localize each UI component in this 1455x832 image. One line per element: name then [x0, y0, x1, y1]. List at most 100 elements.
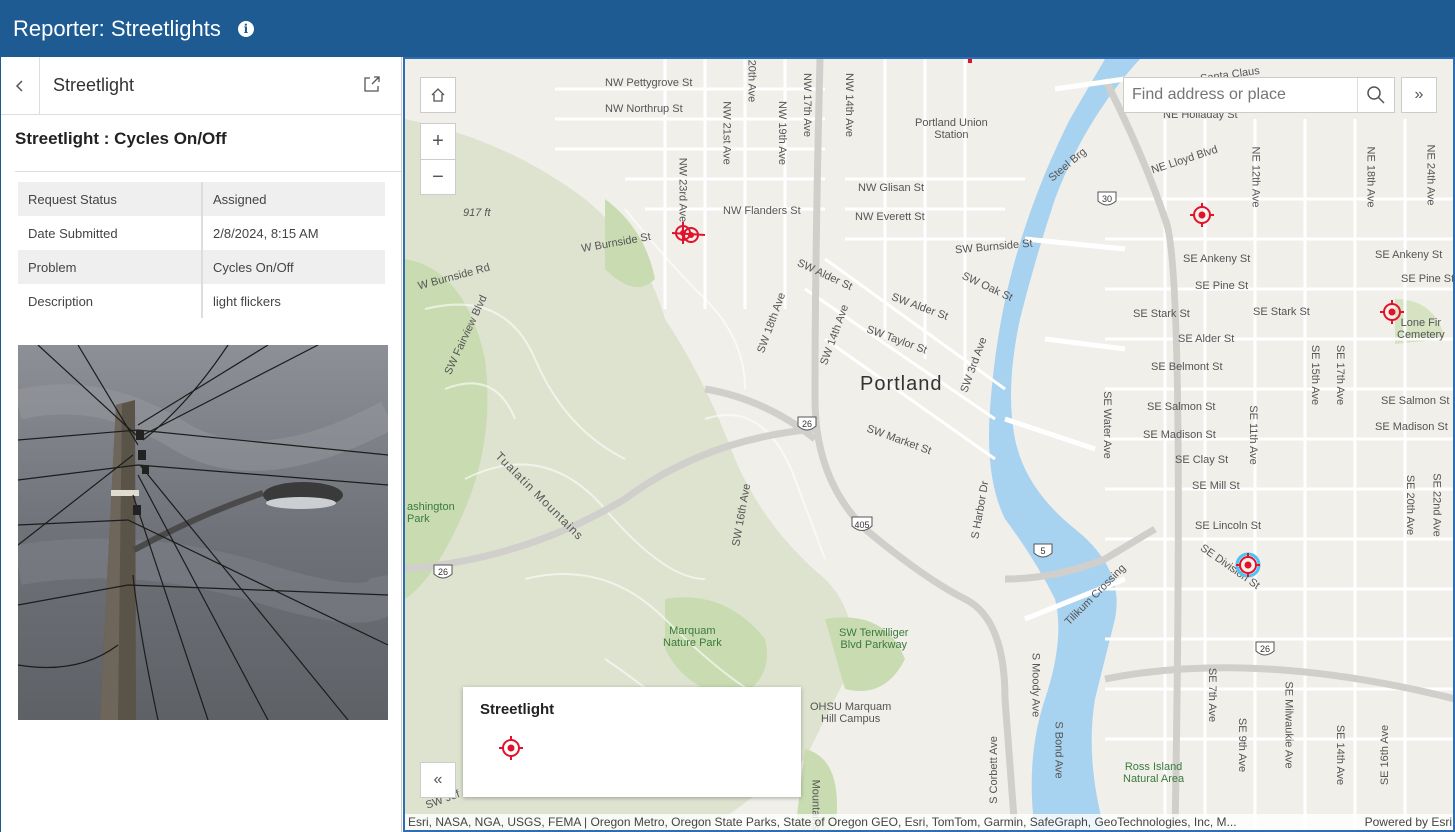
zoom-out-button[interactable]: − [420, 159, 456, 195]
app-title: Reporter: Streetlights [13, 15, 221, 41]
map-label: SE 11th Ave [1246, 405, 1259, 465]
attribute-value: Cycles On/Off [202, 250, 385, 284]
map-label: SE Clay St [1175, 454, 1229, 466]
export-icon[interactable] [363, 75, 381, 93]
map-label: NW Glisan St [858, 182, 925, 194]
panel-header: Streetlight [1, 57, 401, 115]
map-label: NW 21st Ave [720, 101, 733, 165]
map-label: NW 19th Ave [776, 101, 788, 165]
map-label: SE 14th Ave [1334, 724, 1347, 786]
attribute-key: Description [18, 284, 203, 318]
map-label: SE 15th Ave [1309, 344, 1322, 406]
double-chevron-left-icon: « [433, 771, 443, 788]
map-label: SE Belmont St [1151, 361, 1223, 373]
map-label: SE Pine St [1401, 273, 1455, 285]
attribute-row: Request Status Assigned [18, 182, 385, 216]
legend-panel: Streetlight [463, 687, 801, 797]
highway-shield: 26 [797, 416, 817, 431]
attribute-row: Date Submitted 2/8/2024, 8:15 AM [18, 216, 385, 250]
highway-shield: 30 [1097, 191, 1117, 206]
map-label: S Bond Ave [1052, 721, 1065, 779]
map-label: SE Salmon St [1147, 401, 1216, 413]
map-label: SE Salmon St [1381, 395, 1450, 407]
map-label: SE Milwaukie Ave [1282, 681, 1295, 769]
map-label: NE 18th Ave [1364, 146, 1377, 208]
map-label: Ross Island Natural Area [1123, 761, 1185, 785]
home-button[interactable] [420, 77, 456, 113]
streetlight-marker-selected[interactable] [1233, 550, 1263, 580]
map-label: NW 17th Ave [801, 73, 813, 137]
app-header: Reporter: Streetlights i [0, 0, 1455, 57]
svg-text:405: 405 [854, 520, 869, 530]
map-label: SE 17th Ave [1334, 344, 1347, 406]
city-label: Portland [860, 373, 943, 395]
map-label: NW Northrup St [605, 103, 683, 115]
attribute-table: Request Status Assigned Date Submitted 2/8/… [18, 182, 385, 318]
search-button[interactable] [1357, 78, 1394, 112]
map-label: SE Ankeny St [1183, 253, 1251, 265]
attribute-key: Request Status [18, 182, 203, 216]
legend-marker-icon [499, 736, 523, 760]
map-attribution: Esri, NASA, NGA, USGS, FEMA | Oregon Met… [405, 814, 1453, 830]
map-label: SE Ankeny St [1375, 249, 1443, 261]
map-label: SE 9th Ave [1236, 717, 1249, 773]
interstate-shield: 5 [1033, 543, 1053, 558]
map-label: SE Madison St [1375, 421, 1448, 433]
map-label: Portland Union Station [915, 117, 988, 141]
feature-title: Streetlight : Cycles On/Off [15, 129, 401, 172]
expand-button[interactable]: » [1401, 77, 1437, 113]
attribute-row: Description light flickers [18, 284, 385, 318]
streetlight-marker[interactable] [1188, 201, 1216, 229]
minus-icon: − [432, 165, 444, 188]
zoom-in-button[interactable]: + [420, 123, 456, 159]
details-panel: Streetlight Streetlight : Cycles On/Off … [0, 57, 402, 832]
map-label: SE Mill St [1192, 480, 1240, 492]
legend-title: Streetlight [480, 701, 555, 718]
map-label: 917 ft [463, 207, 491, 219]
map-label: NW Everett St [855, 211, 925, 223]
map-label: NW Pettygrove St [605, 77, 693, 89]
map-view[interactable]: NW Pettygrove St NW Northrup St NW Fland… [403, 57, 1455, 832]
panel-title: Streetlight [53, 75, 135, 95]
attribution-text[interactable]: Esri, NASA, NGA, USGS, FEMA | Oregon Met… [408, 815, 1333, 829]
map-label: NE 24th Ave [1424, 144, 1437, 206]
chevron-left-icon [15, 79, 23, 92]
map-label: SE Pine St [1195, 280, 1249, 292]
map-label: SE 7th Ave [1206, 667, 1219, 723]
svg-text:26: 26 [802, 419, 812, 429]
attribute-value: 2/8/2024, 8:15 AM [213, 225, 319, 241]
map-label: SE 16th Ave [1379, 724, 1392, 786]
map-label: S Corbett Ave [987, 736, 1000, 804]
map-label: NW 23rd Ave [676, 157, 689, 223]
streetlight-photo [18, 345, 388, 720]
back-button[interactable] [1, 57, 40, 114]
search-widget [1123, 77, 1395, 113]
interstate-shield: 405 [851, 516, 873, 531]
collapse-button[interactable]: « [420, 762, 456, 798]
svg-text:30: 30 [1102, 194, 1112, 204]
map-label: OHSU Marquam Hill Campus [810, 701, 892, 725]
search-icon [1367, 86, 1385, 104]
map-label: 20th Ave [745, 59, 758, 103]
attribute-key: Problem [18, 250, 203, 284]
attribute-value: Assigned [202, 182, 385, 216]
streetlight-marker[interactable] [1378, 298, 1406, 326]
map-label: NW Flanders St [723, 205, 801, 217]
map-label: SE Stark St [1133, 308, 1190, 320]
map-label: SW Terwilliger Blvd Parkway [839, 627, 909, 651]
map-label: SE 20th Ave [1404, 474, 1417, 536]
plus-icon: + [432, 130, 444, 152]
map-label: SE 22nd Ave [1430, 473, 1443, 537]
double-chevron-right-icon: » [1414, 86, 1424, 103]
info-icon[interactable]: i [237, 20, 254, 37]
map-label: SE Water Ave [1100, 391, 1113, 459]
svg-text:26: 26 [438, 567, 448, 577]
powered-by-esri[interactable]: Powered by Esri [1365, 815, 1452, 829]
highway-shield: 26 [433, 564, 453, 579]
map-label: SE Lincoln St [1195, 520, 1262, 532]
map-label: Marquam Nature Park [663, 625, 722, 649]
search-input[interactable] [1124, 85, 1357, 105]
streetlight-marker-cluster[interactable] [669, 220, 707, 248]
attribute-value: light flickers [213, 293, 281, 309]
map-label: NE 12th Ave [1249, 146, 1262, 208]
